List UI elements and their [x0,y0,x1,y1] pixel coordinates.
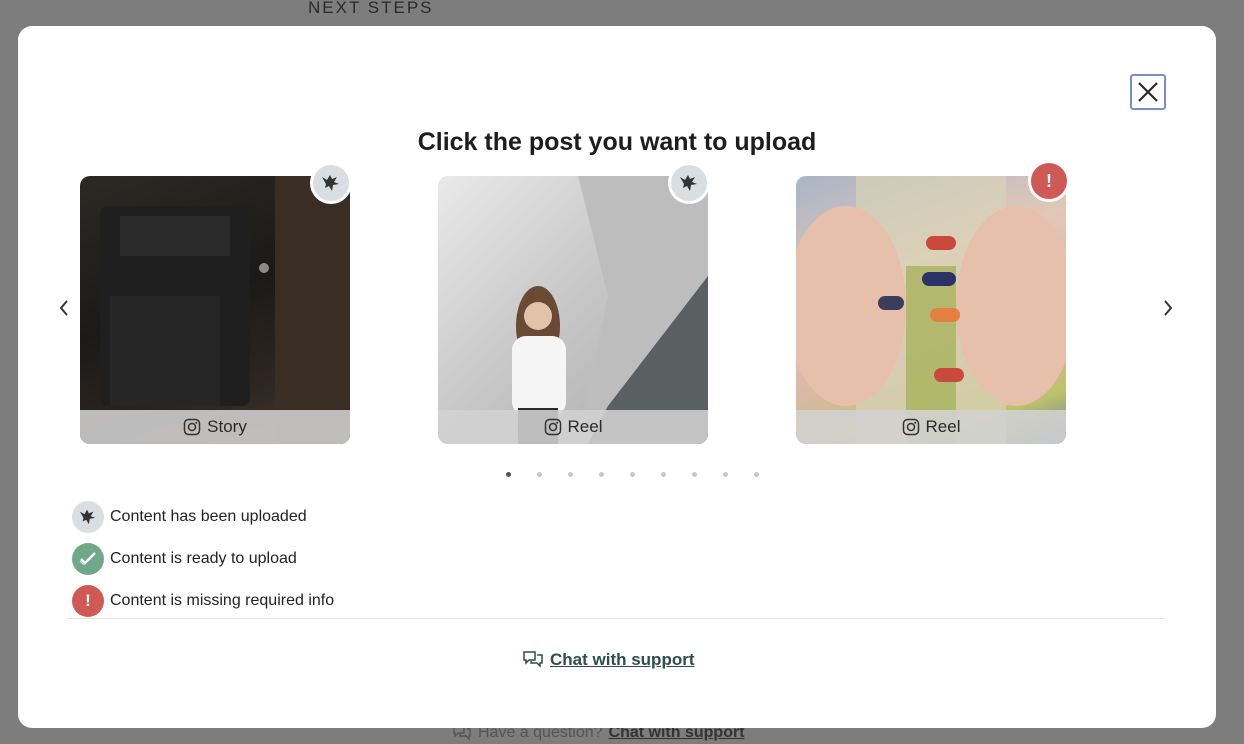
instagram-icon [902,418,919,436]
pagination-dot-9[interactable] [754,472,759,477]
bird-icon [322,175,339,191]
pagination-dot-5[interactable] [630,472,635,477]
legend-item-ready: Content is ready to upload [72,538,334,580]
instagram-icon [544,418,561,436]
carousel-pagination [506,472,759,477]
post-caption: Reel [438,410,708,444]
uploaded-badge [310,162,352,204]
close-icon [1138,82,1158,102]
post-caption: Story [80,410,350,444]
chat-with-support-link[interactable]: Chat with support [550,650,694,670]
exclamation-icon: ! [72,585,104,617]
carousel-prev-button[interactable] [52,294,76,322]
post-type-label: Reel [925,417,961,436]
post-card-story[interactable]: Story [80,176,350,444]
legend-label: Content is missing required info [110,592,335,609]
instagram-icon [183,418,201,436]
pagination-dot-4[interactable] [599,472,604,477]
pagination-dot-6[interactable] [661,472,666,477]
missing-info-badge: ! [1028,160,1070,202]
status-legend: Content has been uploaded Content is rea… [72,496,334,622]
legend-label: Content is ready to upload [110,550,297,567]
legend-item-uploaded: Content has been uploaded [72,496,334,538]
pagination-dot-7[interactable] [692,472,697,477]
post-card-reel-1[interactable]: Reel [438,176,708,444]
pagination-dot-3[interactable] [568,472,573,477]
legend-label: Content has been uploaded [110,508,307,525]
close-button[interactable] [1130,74,1166,110]
chevron-right-icon [1164,300,1173,316]
pagination-dot-2[interactable] [537,472,542,477]
uploaded-badge [668,162,710,204]
exclamation-icon: ! [1046,170,1052,191]
check-icon [72,543,104,575]
post-thumbnail-image [796,176,1066,444]
carousel-next-button[interactable] [1156,294,1180,322]
post-type-label: Reel [567,417,603,436]
legend-item-missing: ! Content is missing required info [72,580,334,622]
upload-modal: Click the post you want to upload Story [18,26,1216,728]
post-type-label: Story [207,417,247,436]
chevron-left-icon [59,300,68,316]
post-caption: Reel [796,410,1066,444]
post-card-reel-2[interactable]: Reel [796,176,1066,444]
pagination-dot-1[interactable] [506,472,511,477]
background-heading: NEXT STEPS [308,0,434,17]
bird-icon [680,175,697,191]
chat-icon [523,651,543,668]
chat-with-support-button[interactable]: Chat with support [522,650,694,670]
post-thumbnail-image [512,176,708,444]
footer-divider [68,618,1164,619]
bird-icon [72,501,104,533]
pagination-dot-8[interactable] [723,472,728,477]
post-thumbnail-image [100,176,350,444]
modal-title: Click the post you want to upload [417,128,817,156]
